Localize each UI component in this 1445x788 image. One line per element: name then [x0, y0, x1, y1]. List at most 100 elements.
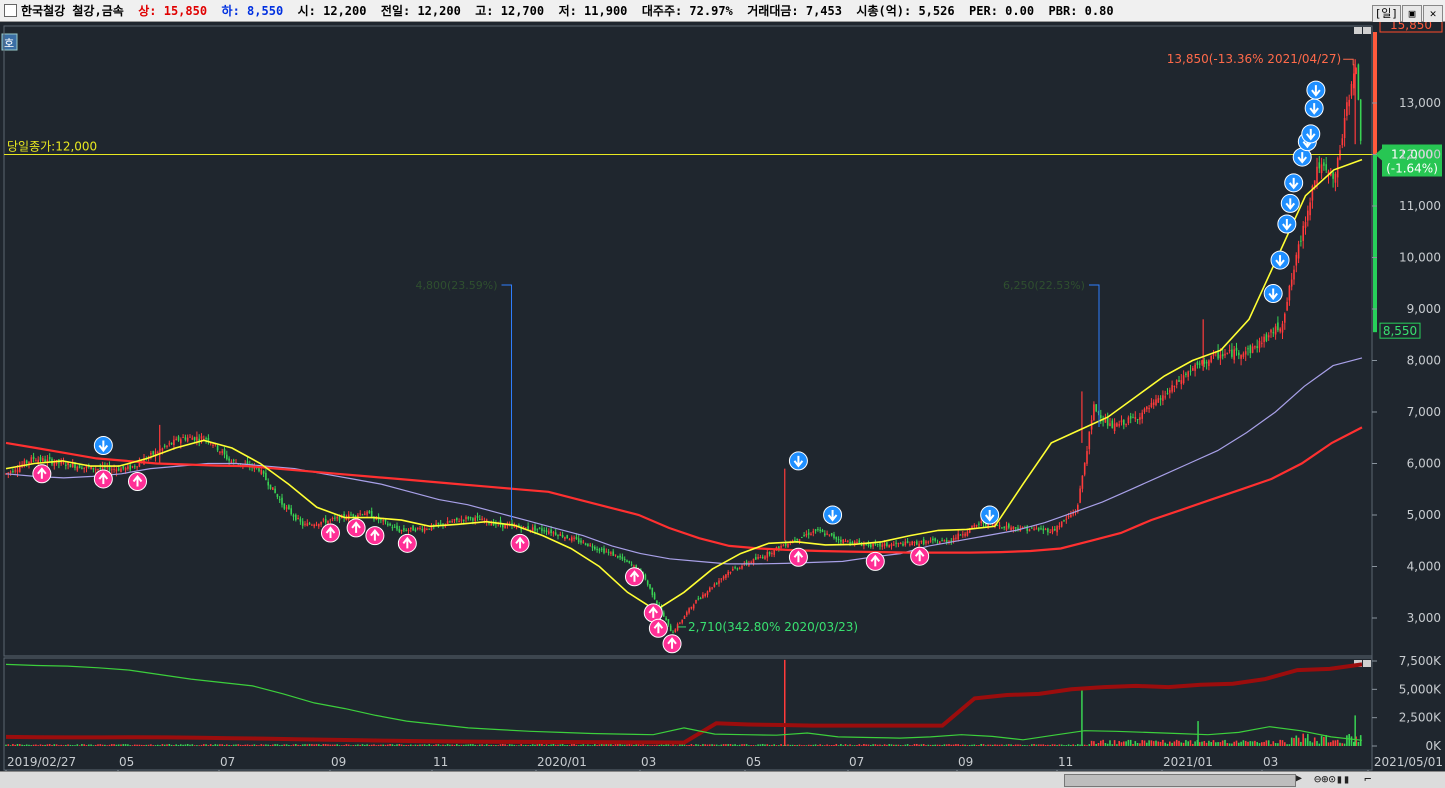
sell-signal[interactable] [93, 435, 113, 455]
candle-body [170, 442, 173, 445]
buy-signal[interactable] [32, 464, 52, 484]
candle-body [1263, 336, 1265, 343]
volume-bar [313, 744, 315, 746]
y-tick-label: 13,000 [1399, 96, 1441, 110]
candle-body [1187, 371, 1189, 377]
sell-signal[interactable] [1277, 214, 1297, 234]
candle-body [835, 536, 838, 540]
sell-signal[interactable] [823, 505, 843, 525]
buy-signal[interactable] [662, 634, 682, 654]
close-icon[interactable]: ✕ [1423, 5, 1443, 23]
maximize-icon[interactable]: ▣ [1402, 5, 1422, 23]
candle-body [1192, 368, 1194, 371]
low-price: 저: 11,900 [558, 4, 628, 18]
horizontal-scrollbar[interactable]: ▶ [0, 771, 1310, 788]
volume-bar [435, 744, 437, 746]
candle-body [150, 452, 152, 455]
scrollbar-thumb[interactable] [1064, 774, 1296, 787]
sell-signal[interactable] [1270, 250, 1290, 270]
volume-bar [88, 744, 90, 746]
volume-bar [1256, 742, 1258, 746]
sell-signal[interactable] [1306, 80, 1326, 100]
candle-body [216, 445, 219, 451]
volume-bar [1274, 743, 1277, 746]
volume-bar [713, 744, 716, 746]
buy-signal[interactable] [93, 469, 113, 489]
volume-bar [805, 745, 808, 746]
buy-signal[interactable] [397, 533, 417, 553]
volume-bar [396, 744, 398, 746]
candle-body [1111, 420, 1114, 429]
sell-signal[interactable] [788, 451, 808, 471]
candle-body [991, 524, 994, 526]
volume-bar [651, 745, 654, 746]
volume-bar [807, 744, 810, 746]
buy-signal[interactable] [865, 551, 885, 571]
settings-icon[interactable]: ⌐ [1364, 772, 1371, 786]
buy-signal[interactable] [648, 618, 668, 638]
volume-bar [1132, 743, 1134, 746]
candle-body [398, 529, 401, 532]
candle-body [598, 549, 601, 551]
candle-body [1148, 408, 1150, 410]
volume-bar [92, 745, 95, 746]
period-button[interactable]: [일] [1371, 5, 1401, 23]
volume-bar [306, 744, 309, 746]
candle-body [1063, 520, 1065, 522]
candle-body [619, 555, 621, 558]
volume-bar [950, 744, 953, 746]
buy-signal[interactable] [128, 472, 148, 492]
volume-bar [881, 745, 884, 746]
buy-signal[interactable] [346, 518, 366, 538]
sell-signal[interactable] [980, 505, 1000, 525]
volume-bar [598, 744, 601, 746]
candle-body [1288, 285, 1291, 301]
sell-signal[interactable] [1284, 173, 1304, 193]
sell-signal[interactable] [1280, 193, 1300, 213]
zoom-controls[interactable]: ⊖⊕⊙▮▮ ⌐ [1310, 771, 1445, 788]
volume-bar [1001, 744, 1003, 746]
volume-bar [345, 744, 348, 746]
volume-bar [1185, 740, 1187, 746]
buy-signal[interactable] [624, 567, 644, 587]
volume-bar [736, 745, 739, 746]
volume-bar [258, 745, 260, 746]
candle-body [1242, 353, 1245, 357]
candle-body [134, 466, 136, 468]
candle-body [1233, 349, 1235, 360]
volume-bar [449, 744, 451, 746]
candle-body [1127, 417, 1130, 424]
candle-body [122, 465, 125, 469]
buy-signal[interactable] [788, 547, 808, 567]
volume-bar [847, 745, 849, 746]
buy-signal[interactable] [365, 526, 385, 546]
y-tick-label: 10,000 [1399, 251, 1441, 265]
stock-chart[interactable]: 호 당일종가:12,000 15,850 8,550 12,000(-1.64%) 13… [0, 22, 1445, 788]
sell-signal[interactable] [1263, 284, 1283, 304]
x-tick-label: 05 [746, 755, 761, 769]
buy-signal[interactable] [910, 546, 930, 566]
sell-signal[interactable] [1301, 124, 1321, 144]
volume-bar [552, 744, 555, 746]
candle-body [1210, 355, 1212, 363]
candle-body [1106, 417, 1109, 426]
volume-bar [580, 744, 582, 746]
volume-bar [262, 744, 265, 746]
volume-bar [1313, 737, 1316, 746]
volume-bar [476, 745, 479, 746]
volume-bar [311, 744, 313, 746]
volume-bar [600, 744, 603, 746]
buy-signal[interactable] [510, 533, 530, 553]
volume-bar [184, 744, 187, 746]
volume-bar [858, 744, 861, 746]
sell-signal[interactable] [1304, 98, 1324, 118]
buy-signal[interactable] [320, 523, 340, 543]
scroll-right-icon[interactable]: ▶ [1296, 773, 1302, 784]
volume-bar [633, 745, 635, 746]
candle-body [1081, 475, 1084, 489]
bars-icon[interactable]: ▮▮ [1336, 772, 1350, 786]
candle-body [713, 584, 716, 587]
volume-bar [571, 744, 573, 746]
fit-icon[interactable]: ⊙ [1328, 772, 1335, 786]
volume-bar [548, 745, 550, 746]
